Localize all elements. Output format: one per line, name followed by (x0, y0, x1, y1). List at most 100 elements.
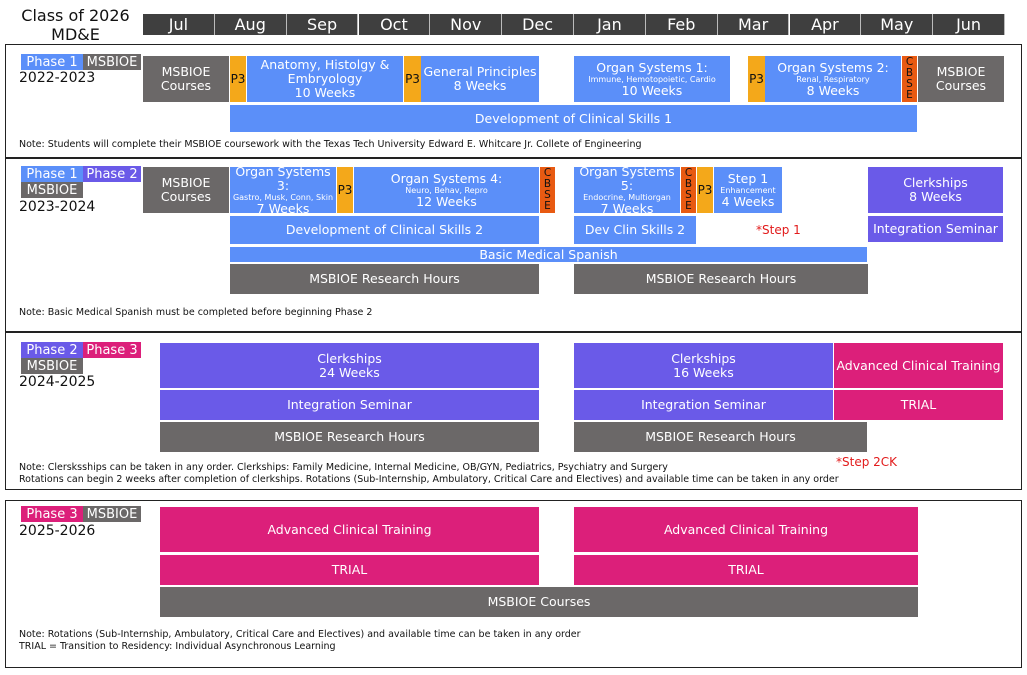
section-note: Note: Rotations (Sub-Internship, Ambulat… (19, 629, 581, 640)
section-note: Note: Students will complete their MSBIO… (19, 139, 642, 150)
advanced-clinical-training-block: Advanced Clinical Training (834, 343, 1003, 388)
integration-seminar-block: Integration Seminar (160, 390, 539, 420)
block-label: MSBIOE Research Hours (309, 271, 460, 286)
month-dec: Dec (502, 14, 574, 35)
block-label: MSBIOE (936, 64, 986, 79)
p3-block: P3 (337, 167, 353, 213)
phase1-tag: Phase 1 (21, 54, 83, 70)
integration-seminar-block: Integration Seminar (574, 390, 833, 420)
block-label: Clerkships (317, 350, 382, 366)
block-label: Development of Clinical Skills 1 (474, 110, 673, 126)
phase3-tag: Phase 3 (21, 506, 83, 522)
step1-enhancement-block: Step 1 Enhancement 4 Weeks (714, 167, 782, 213)
msbioe-tag: MSBIOE (21, 182, 83, 198)
block-label: Advanced Clinical Training (836, 357, 1001, 373)
general-principles-block: General Principles 8 Weeks (421, 56, 539, 102)
trial-block: TRIAL (574, 555, 918, 585)
block-label: Embryology (287, 71, 363, 86)
step1-marker: *Step 1 (756, 223, 801, 237)
block-weeks: 10 Weeks (294, 85, 356, 100)
title-line-1: Class of 2026 (21, 6, 130, 25)
year-label: 2022-2023 (19, 70, 96, 86)
section-note: Note: Clersksships can be taken in any o… (19, 462, 668, 473)
block-label: Advanced Clinical Training (267, 521, 432, 537)
p3-block: P3 (697, 167, 713, 213)
block-label: Organ Systems 1: (596, 59, 708, 75)
month-mar: Mar (717, 14, 790, 35)
block-weeks: 4 Weeks (721, 193, 775, 209)
block-label: Courses (160, 78, 212, 93)
year-label: 2023-2024 (19, 199, 96, 215)
title-line-2: MD&E (51, 25, 100, 44)
clerkships-24-block: Clerkships 24 Weeks (160, 343, 539, 388)
block-weeks: 12 Weeks (416, 193, 477, 209)
cbse-letter: E (906, 89, 913, 101)
block-label: Clerkships (903, 175, 968, 190)
integration-seminar-block: Integration Seminar (868, 216, 1003, 242)
block-label: Basic Medical Spanish (479, 246, 618, 262)
p3-block: P3 (230, 56, 246, 102)
organ-systems-2-block: Organ Systems 2: Renal, Respiratory 8 We… (765, 56, 901, 102)
chart-title: Class of 2026 MD&E (8, 6, 143, 44)
block-label: TRIAL (331, 562, 368, 577)
research-hours-block: MSBIOE Research Hours (574, 422, 867, 452)
month-aug: Aug (214, 14, 287, 35)
block-label: Development of Clinical Skills 2 (285, 222, 484, 237)
cbse-block: C B S E (540, 167, 555, 213)
block-label: Anatomy, Histolgy & (260, 57, 390, 72)
block-weeks: 7 Weeks (600, 200, 654, 216)
block-label: Organ Systems 2: (777, 59, 889, 75)
organ-systems-3-block: Organ Systems 3: Gastro, Musk, Conn, Ski… (230, 164, 336, 216)
p3-block: P3 (404, 56, 421, 102)
block-label: MSBIOE (161, 64, 211, 79)
block-label: MSBIOE (161, 175, 211, 190)
section-note: Note: Basic Medical Spanish must be comp… (19, 307, 373, 318)
organ-systems-4-block: Organ Systems 4: Neuro, Behav, Repro 12 … (354, 167, 539, 213)
block-weeks: 10 Weeks (621, 82, 683, 98)
msbioe-courses-block: MSBIOE Courses (160, 587, 918, 617)
block-label: Integration Seminar (873, 221, 998, 236)
anatomy-block: Anatomy, Histolgy & Embryology 10 Weeks (247, 56, 403, 102)
month-may: May (861, 14, 934, 35)
trial-block: TRIAL (160, 555, 539, 585)
organ-systems-5-block: Organ Systems 5: Endocrine, Multiorgan 7… (574, 163, 680, 216)
year-label: 2024-2025 (19, 374, 96, 390)
block-label: TRIAL (728, 562, 764, 577)
organ-systems-1-block: Organ Systems 1: Immune, Hemotopoietic, … (574, 56, 730, 102)
clinical-skills-2-block: Development of Clinical Skills 2 (230, 216, 539, 244)
p3-block: P3 (748, 56, 765, 102)
block-label: General Principles (423, 64, 537, 79)
block-label: Integration Seminar (287, 397, 412, 412)
msbioe-courses-block: MSBIOE Courses (143, 56, 229, 102)
phase2-tag: Phase 2 (83, 166, 141, 182)
advanced-clinical-training-block: Advanced Clinical Training (160, 507, 539, 552)
block-label: MSBIOE Research Hours (274, 429, 425, 444)
block-label: Organ Systems 5: (579, 163, 675, 193)
block-label: Courses (935, 78, 987, 93)
block-label: Courses (160, 189, 212, 204)
dev-clin-skills-2-block: Dev Clin Skills 2 (574, 216, 696, 244)
block-label: Clerkships (671, 350, 736, 366)
clerkships-block: Clerkships 8 Weeks (868, 167, 1003, 213)
block-weeks: 8 Weeks (806, 82, 860, 98)
cbse-letter: E (544, 200, 551, 212)
month-jul: Jul (143, 14, 215, 35)
month-jun: Jun (933, 14, 1005, 35)
cbse-block: C B S E (681, 167, 696, 213)
block-weeks: 16 Weeks (673, 364, 734, 380)
msbioe-tag: MSBIOE (83, 506, 141, 522)
research-hours-block: MSBIOE Research Hours (230, 264, 539, 294)
block-label: Dev Clin Skills 2 (584, 222, 686, 237)
block-weeks: 8 Weeks (909, 189, 962, 204)
step2ck-marker: *Step 2CK (836, 455, 898, 469)
block-label: MSBIOE Courses (487, 594, 591, 609)
block-label: Organ Systems 4: (390, 170, 503, 186)
section-note: Rotations can begin 2 weeks after comple… (19, 474, 839, 485)
block-weeks: 7 Weeks (256, 200, 310, 216)
month-feb: Feb (645, 14, 718, 35)
phase1-tag: Phase 1 (21, 166, 83, 182)
trial-block: TRIAL (834, 390, 1003, 420)
msbioe-tag: MSBIOE (83, 54, 141, 70)
block-weeks: 24 Weeks (319, 364, 380, 380)
msbioe-courses-block: MSBIOE Courses (143, 167, 229, 213)
